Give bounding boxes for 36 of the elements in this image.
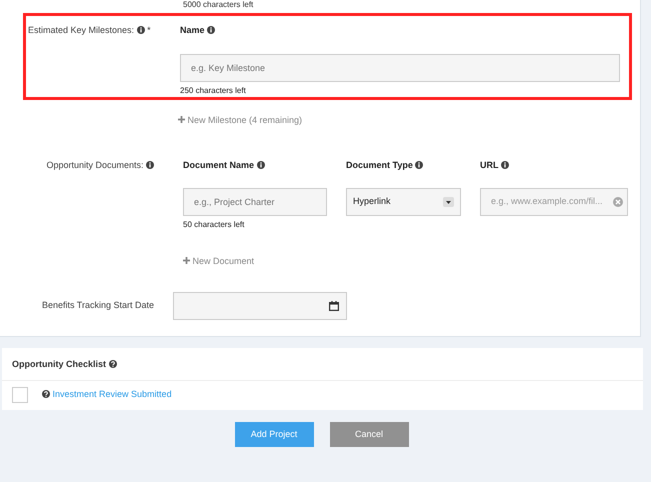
milestone-name-input[interactable]: e.g. Key Milestone — [180, 54, 620, 82]
column-header: Document Type — [346, 160, 413, 170]
characters-left-hint: 5000 characters left — [183, 0, 254, 9]
new-milestone-link[interactable]: New Milestone (4 remaining) — [173, 108, 310, 134]
column-header: Name — [180, 25, 205, 35]
checkbox[interactable] — [12, 387, 28, 403]
help-icon — [108, 360, 117, 368]
characters-left-hint: 250 characters left — [180, 84, 247, 96]
field-label: Opportunity Documents: — [46, 160, 144, 170]
caret-icon — [443, 197, 454, 207]
url-input[interactable]: e.g., www.example.com/fil... — [480, 188, 628, 216]
characters-left-hint: 50 characters left — [183, 219, 246, 231]
plus-icon — [183, 257, 190, 264]
info-icon — [207, 26, 216, 34]
column-header: URL — [480, 160, 498, 170]
date-input[interactable] — [173, 292, 347, 320]
column-header: Document Name — [183, 160, 254, 170]
add-project-button[interactable]: Add Project — [234, 422, 314, 447]
info-icon — [136, 26, 145, 34]
checklist-link[interactable]: Investment Review Submitted — [52, 389, 172, 400]
calendar-icon — [329, 300, 339, 310]
new-document-link[interactable]: New Document — [183, 255, 254, 268]
document-name-input[interactable]: e.g., Project Charter — [183, 188, 327, 216]
cancel-button[interactable]: Cancel — [330, 422, 408, 447]
document-type-select[interactable]: Hyperlink — [346, 188, 461, 216]
clear-icon[interactable] — [613, 197, 623, 207]
field-label: Benefits Tracking Start Date — [42, 300, 154, 310]
section-title: Opportunity Checklist — [12, 358, 106, 368]
info-icon — [146, 160, 154, 168]
field-label: Estimated Key Milestones: — [28, 25, 134, 35]
required-mark: * — [147, 25, 151, 35]
plus-icon — [178, 116, 185, 123]
info-icon — [415, 160, 424, 168]
help-icon — [42, 390, 50, 398]
info-icon — [256, 160, 265, 168]
info-icon — [501, 160, 510, 168]
